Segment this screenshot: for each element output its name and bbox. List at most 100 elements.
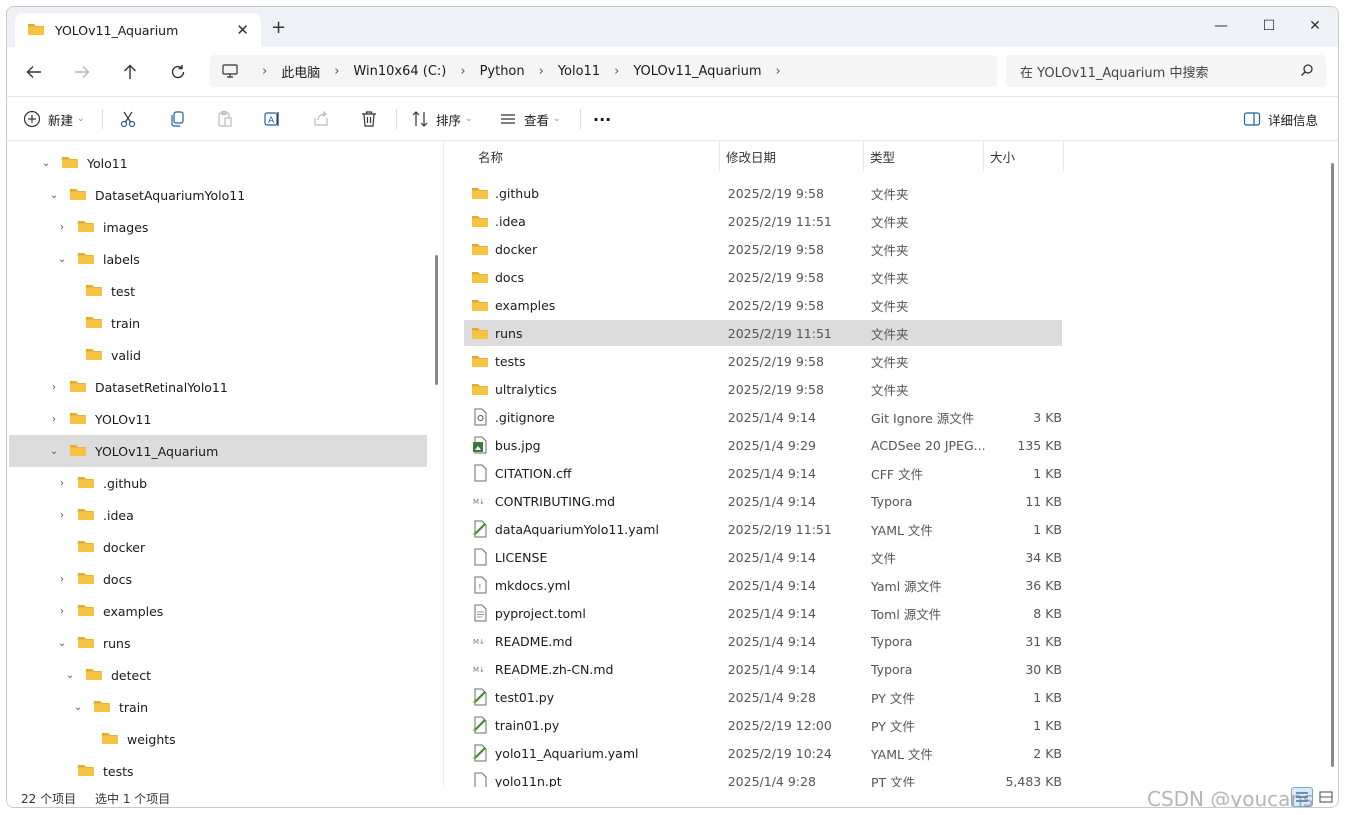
nav-scrollbar[interactable]: [435, 255, 438, 385]
file-row[interactable]: .idea 2025/2/19 11:51 文件夹: [464, 208, 1062, 234]
tree-item[interactable]: ⌄ YOLOv11_Aquarium: [9, 435, 427, 467]
new-button[interactable]: 新建 ⌄: [23, 107, 85, 131]
minimize-button[interactable]: —: [1203, 13, 1239, 39]
file-row[interactable]: ! mkdocs.yml 2025/1/4 9:14 Yaml 源文件 36 KB: [464, 572, 1062, 598]
file-row[interactable]: tests 2025/2/19 9:58 文件夹: [464, 348, 1062, 374]
tree-item[interactable]: train: [9, 307, 427, 339]
tree-item[interactable]: › DatasetRetinalYolo11: [9, 371, 427, 403]
chevron-down-icon[interactable]: ⌄: [71, 702, 85, 713]
breadcrumb-python[interactable]: Python ›: [480, 64, 558, 79]
file-row[interactable]: M↓ README.md 2025/1/4 9:14 Typora 31 KB: [464, 628, 1062, 654]
forward-button[interactable]: [67, 59, 97, 85]
file-row[interactable]: .github 2025/2/19 9:58 文件夹: [464, 180, 1062, 206]
tree-item[interactable]: valid: [9, 339, 427, 371]
tree-item[interactable]: ⌄ Yolo11: [9, 147, 427, 179]
delete-button[interactable]: [360, 107, 378, 131]
explorer-window: YOLOv11_Aquarium ✕ + — ☐ ✕ › 此电脑 › Win10x…: [6, 6, 1339, 808]
tree-item[interactable]: ⌄ labels: [9, 243, 427, 275]
sort-button[interactable]: 排序 ⌄: [411, 107, 473, 131]
column-header-name[interactable]: ^ 名称: [472, 141, 720, 171]
refresh-button[interactable]: [163, 59, 193, 85]
view-button[interactable]: 查看 ⌄: [499, 107, 561, 131]
tree-item[interactable]: › docs: [9, 563, 427, 595]
file-row[interactable]: M↓ README.zh-CN.md 2025/1/4 9:14 Typora 30 K…: [464, 656, 1062, 682]
arrow-right-icon: [75, 66, 90, 78]
chevron-right-icon[interactable]: ›: [47, 414, 61, 425]
column-header-type[interactable]: 类型: [864, 141, 984, 171]
chevron-down-icon[interactable]: ⌄: [55, 254, 69, 265]
chevron-down-icon[interactable]: ⌄: [47, 190, 61, 201]
chevron-down-icon[interactable]: ⌄: [55, 638, 69, 649]
file-name: examples: [495, 297, 556, 313]
copy-button[interactable]: [168, 107, 186, 131]
address-bar[interactable]: › 此电脑 › Win10x64 (C:) › Python › Yolo11 › YO…: [210, 55, 997, 87]
column-header-size[interactable]: 大小: [984, 141, 1064, 171]
tree-item[interactable]: › .github: [9, 467, 427, 499]
close-tab-icon[interactable]: ✕: [236, 21, 249, 39]
cut-button[interactable]: [119, 107, 137, 131]
back-button[interactable]: [19, 59, 49, 85]
rename-button[interactable]: A: [263, 107, 281, 131]
details-pane-button[interactable]: 详细信息: [1243, 107, 1318, 131]
search-input[interactable]: 在 YOLOv11_Aquarium 中搜索: [1006, 55, 1326, 87]
file-row[interactable]: runs 2025/2/19 11:51 文件夹: [464, 320, 1062, 346]
folder-icon: [77, 251, 95, 268]
file-type: 文件夹: [871, 242, 909, 258]
status-bar: 22 个项目 选中 1 个项目: [7, 787, 1338, 807]
file-row[interactable]: bus.jpg 2025/1/4 9:29 ACDSee 20 JPEG... 135…: [464, 432, 1062, 458]
file-row[interactable]: docs 2025/2/19 9:58 文件夹: [464, 264, 1062, 290]
tree-item[interactable]: ⌄ train: [9, 691, 427, 723]
tab-yolov11-aquarium[interactable]: YOLOv11_Aquarium ✕: [15, 13, 261, 47]
chevron-down-icon[interactable]: ⌄: [63, 670, 77, 681]
file-row[interactable]: M↓ CONTRIBUTING.md 2025/1/4 9:14 Typora 11 K…: [464, 488, 1062, 514]
up-button[interactable]: [115, 59, 145, 85]
tree-item[interactable]: tests: [9, 755, 427, 787]
breadcrumb-yolov11-aquarium[interactable]: YOLOv11_Aquarium ›: [633, 64, 794, 79]
tree-item[interactable]: docker: [9, 531, 427, 563]
file-row[interactable]: yolo11_Aquarium.yaml 2025/2/19 10:24 YAML …: [464, 740, 1062, 766]
chevron-down-icon[interactable]: ⌄: [39, 158, 53, 169]
file-row[interactable]: examples 2025/2/19 9:58 文件夹: [464, 292, 1062, 318]
folder-icon: [77, 603, 95, 620]
maximize-button[interactable]: ☐: [1251, 13, 1287, 39]
file-row[interactable]: ultralytics 2025/2/19 9:58 文件夹: [464, 376, 1062, 402]
share-button[interactable]: [312, 107, 330, 131]
chevron-right-icon[interactable]: ›: [55, 222, 69, 233]
tree-item[interactable]: › images: [9, 211, 427, 243]
tree-item[interactable]: ⌄ runs: [9, 627, 427, 659]
column-header-date[interactable]: 修改日期: [720, 141, 864, 171]
file-row[interactable]: test01.py 2025/1/4 9:28 PY 文件 1 KB: [464, 684, 1062, 710]
chevron-right-icon[interactable]: ›: [47, 382, 61, 393]
file-row[interactable]: LICENSE 2025/1/4 9:14 文件 34 KB: [464, 544, 1062, 570]
chevron-down-icon[interactable]: ⌄: [47, 446, 61, 457]
file-row[interactable]: yolo11n.pt 2025/1/4 9:28 PT 文件 5,483 KB: [464, 768, 1062, 787]
file-row[interactable]: CITATION.cff 2025/1/4 9:14 CFF 文件 1 KB: [464, 460, 1062, 486]
tree-item[interactable]: › examples: [9, 595, 427, 627]
file-row[interactable]: .gitignore 2025/1/4 9:14 Git Ignore 源文件 3 K…: [464, 404, 1062, 430]
chevron-right-icon[interactable]: ›: [55, 478, 69, 489]
tree-item-label: .github: [103, 475, 148, 491]
tree-item[interactable]: test: [9, 275, 427, 307]
chevron-right-icon[interactable]: ›: [55, 510, 69, 521]
paste-button[interactable]: [216, 107, 234, 131]
more-options-button[interactable]: ···: [593, 107, 611, 131]
tree-item[interactable]: › YOLOv11: [9, 403, 427, 435]
file-row[interactable]: pyproject.toml 2025/1/4 9:14 Toml 源文件 8 KB: [464, 600, 1062, 626]
file-row[interactable]: train01.py 2025/2/19 12:00 PY 文件 1 KB: [464, 712, 1062, 738]
breadcrumb-drive-c[interactable]: Win10x64 (C:) ›: [353, 64, 479, 79]
chevron-right-icon[interactable]: ›: [55, 574, 69, 585]
breadcrumb-this-pc[interactable]: 此电脑 ›: [281, 62, 353, 81]
breadcrumb-yolo11[interactable]: Yolo11 ›: [558, 64, 633, 79]
file-type: Git Ignore 源文件: [870, 410, 975, 426]
file-list-scrollbar[interactable]: [1331, 163, 1334, 767]
file-row[interactable]: docker 2025/2/19 9:58 文件夹: [464, 236, 1062, 262]
chevron-right-icon[interactable]: ›: [55, 606, 69, 617]
new-tab-button[interactable]: +: [271, 17, 286, 38]
tree-item[interactable]: weights: [9, 723, 427, 755]
breadcrumb-separator[interactable]: ›: [262, 64, 267, 79]
tree-item[interactable]: › .idea: [9, 499, 427, 531]
close-window-button[interactable]: ✕: [1297, 13, 1333, 39]
file-row[interactable]: dataAquariumYolo11.yaml 2025/2/19 11:51 YA…: [464, 516, 1062, 542]
tree-item[interactable]: ⌄ detect: [9, 659, 427, 691]
tree-item[interactable]: ⌄ DatasetAquariumYolo11: [9, 179, 427, 211]
